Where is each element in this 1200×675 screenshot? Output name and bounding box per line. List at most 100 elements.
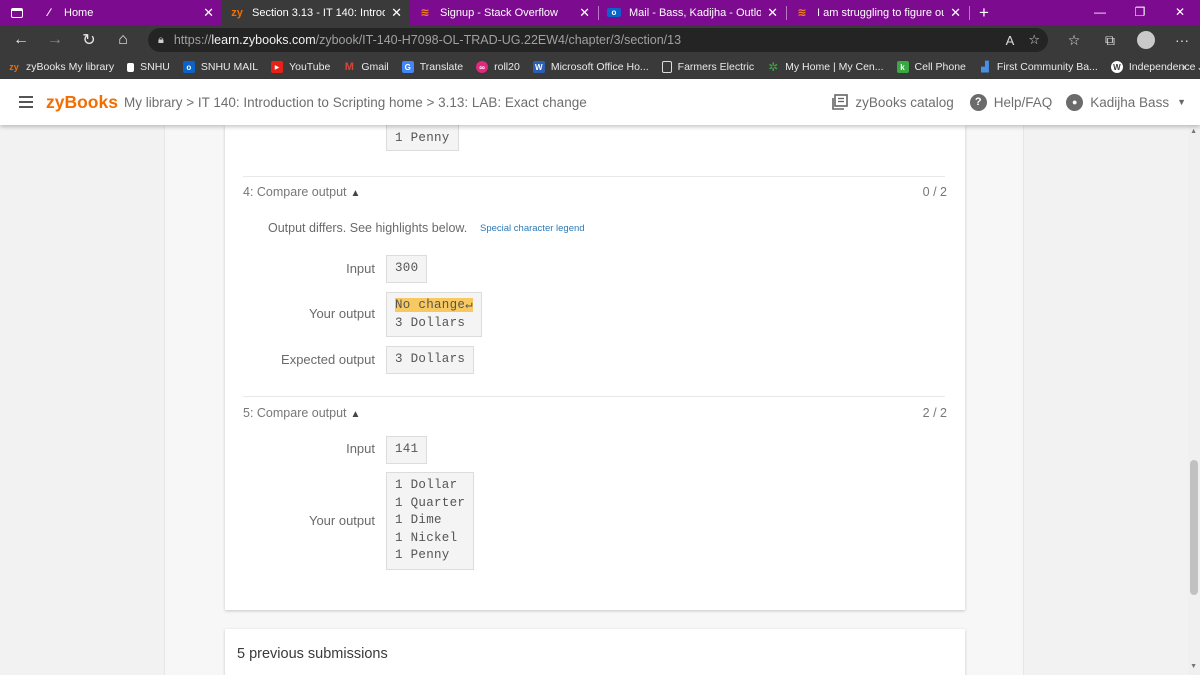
window-controls: — ❐ ✕ bbox=[1080, 0, 1200, 25]
output-differs-message: Output differs. See highlights below. bbox=[268, 221, 468, 235]
test-4-score: 0 / 2 bbox=[922, 185, 947, 199]
divider bbox=[243, 176, 945, 177]
special-character-legend-link[interactable]: Special character legend bbox=[480, 223, 585, 234]
close-icon[interactable]: ✕ bbox=[203, 5, 214, 21]
more-options-icon[interactable]: ··· bbox=[1164, 32, 1200, 48]
test-4-input: 300 bbox=[386, 255, 428, 283]
read-aloud-icon[interactable]: A bbox=[1006, 33, 1015, 48]
divider bbox=[243, 396, 945, 397]
stackoverflow-icon: ≋ bbox=[420, 7, 430, 19]
address-bar[interactable]: 🔒︎ https://learn.zybooks.com/zybook/IT-1… bbox=[148, 28, 1048, 52]
outlook-icon: o bbox=[182, 61, 195, 73]
back-icon[interactable]: ← bbox=[4, 31, 38, 49]
profile-avatar-icon[interactable] bbox=[1128, 31, 1164, 50]
snhu-icon bbox=[127, 62, 135, 72]
tab-outlook-mail[interactable]: o Mail - Bass, Kadijha - Outlook ✕ bbox=[599, 0, 786, 25]
bookmark-first-community[interactable]: ▟ First Community Ba... bbox=[979, 61, 1098, 73]
close-icon[interactable]: ✕ bbox=[579, 5, 590, 21]
edge-icon: ∕ bbox=[48, 6, 50, 19]
tab-home[interactable]: ∕ Home ✕ bbox=[34, 0, 222, 25]
collections-icon[interactable]: ⧉ bbox=[1092, 32, 1128, 49]
test-4-expected-output: 3 Dollars bbox=[386, 346, 475, 374]
previous-output-box: 1 Penny bbox=[386, 125, 459, 151]
roll20-icon: ∞ bbox=[476, 61, 489, 73]
test-5-toggle[interactable]: 5: Compare output ▲ bbox=[243, 406, 360, 420]
bookmark-youtube[interactable]: ▶ YouTube bbox=[271, 61, 330, 73]
close-icon[interactable]: ✕ bbox=[950, 5, 961, 21]
test-5-your-output: 1 Dollar 1 Quarter 1 Dime 1 Nickel 1 Pen… bbox=[386, 472, 475, 570]
forward-icon[interactable]: → bbox=[38, 31, 72, 49]
test-5-input: 141 bbox=[386, 436, 428, 464]
zy-icon: zy bbox=[231, 6, 243, 19]
user-menu[interactable]: ● Kadijha Bass ▼ bbox=[1066, 93, 1186, 111]
user-icon: ● bbox=[1066, 93, 1084, 111]
office-icon: W bbox=[532, 61, 545, 73]
add-favorite-icon[interactable]: ☆ bbox=[1028, 32, 1040, 48]
chevron-up-icon: ▲ bbox=[350, 188, 361, 199]
bookmark-gmail[interactable]: M Gmail bbox=[343, 61, 389, 73]
gmail-icon: M bbox=[344, 61, 354, 73]
scroll-up-icon[interactable]: ▲ bbox=[1190, 128, 1197, 135]
k-icon: k bbox=[896, 61, 909, 73]
bookmark-roll20[interactable]: ∞ roll20 bbox=[476, 61, 520, 73]
stackoverflow-icon: ≋ bbox=[797, 7, 807, 19]
tab-actions-icon[interactable] bbox=[0, 0, 34, 25]
bookmark-cell-phone[interactable]: k Cell Phone bbox=[896, 61, 966, 73]
lock-icon[interactable]: 🔒︎ bbox=[158, 34, 164, 47]
chevron-up-icon: ▲ bbox=[350, 409, 361, 420]
bookmark-translate[interactable]: G Translate bbox=[401, 61, 463, 73]
url-text: https://learn.zybooks.com/zybook/IT-140-… bbox=[173, 33, 682, 47]
close-window-icon[interactable]: ✕ bbox=[1160, 0, 1200, 25]
refresh-icon[interactable]: ↻ bbox=[72, 30, 106, 50]
library-icon bbox=[831, 94, 848, 111]
your-output-label: Your output bbox=[308, 513, 375, 528]
bookmarks-bar: zy zyBooks My library SNHU o SNHU MAIL ▶ Yo… bbox=[0, 55, 1200, 79]
close-icon[interactable]: ✕ bbox=[767, 5, 778, 21]
star-icon: ✲ bbox=[768, 60, 779, 74]
tab-zybooks[interactable]: zy Section 3.13 - IT 140: Introductio ✕ bbox=[222, 0, 410, 25]
bookmark-my-home[interactable]: ✲ My Home | My Cen... bbox=[767, 60, 883, 74]
tab-stackoverflow-question[interactable]: ≋ I am struggling to figure out wh ✕ bbox=[787, 0, 969, 25]
bookmark-independence[interactable]: WIndependence Jack... bbox=[1110, 61, 1200, 73]
expected-output-label: Expected output bbox=[281, 352, 375, 367]
bank-icon: ▟ bbox=[981, 61, 989, 73]
previous-submissions-heading: 5 previous submissions bbox=[237, 646, 388, 662]
your-output-label: Your output bbox=[308, 306, 375, 321]
zy-icon: zy bbox=[9, 62, 19, 72]
test-results-card: 1 Penny 4: Compare output ▲ 0 / 2 Output … bbox=[225, 125, 965, 610]
browser-tab-bar: ∕ Home ✕ zy Section 3.13 - IT 140: Intro… bbox=[0, 0, 1200, 25]
favorites-icon[interactable]: ☆ bbox=[1056, 32, 1092, 49]
test-4-your-output: No change↵ 3 Dollars bbox=[386, 292, 483, 337]
bookmark-snhu-mail[interactable]: o SNHU MAIL bbox=[182, 61, 258, 73]
zybooks-logo[interactable]: zyBooks bbox=[46, 92, 118, 113]
scroll-down-icon[interactable]: ▼ bbox=[1190, 663, 1197, 670]
outlook-icon: o bbox=[607, 8, 621, 17]
help-faq-link[interactable]: ? Help/FAQ bbox=[969, 93, 1052, 111]
youtube-icon: ▶ bbox=[271, 61, 284, 73]
tab-stackoverflow-signup[interactable]: ≋ Signup - Stack Overflow ✕ bbox=[410, 0, 598, 25]
translate-icon: G bbox=[401, 61, 414, 73]
breadcrumb[interactable]: My library > IT 140: Introduction to Scr… bbox=[124, 95, 587, 110]
zybooks-catalog-link[interactable]: zyBooks catalog bbox=[831, 94, 954, 111]
close-icon[interactable]: ✕ bbox=[391, 5, 402, 21]
test-4-toggle[interactable]: 4: Compare output ▲ bbox=[243, 185, 360, 199]
previous-submissions-panel[interactable]: 5 previous submissions bbox=[225, 629, 965, 675]
menu-icon[interactable] bbox=[19, 93, 33, 111]
minimize-icon[interactable]: — bbox=[1080, 0, 1120, 25]
home-icon[interactable]: ⌂ bbox=[106, 31, 140, 49]
input-label: Input bbox=[346, 441, 375, 456]
help-icon: ? bbox=[969, 93, 987, 111]
page-scrollbar[interactable] bbox=[1188, 125, 1200, 675]
bookmark-zybooks[interactable]: zy zyBooks My library bbox=[8, 61, 114, 73]
zybooks-header: zyBooks My library > IT 140: Introductio… bbox=[0, 79, 1200, 125]
scrollbar-thumb[interactable] bbox=[1190, 460, 1198, 595]
chevron-right-icon[interactable]: › bbox=[1182, 55, 1186, 79]
test-5-score: 2 / 2 bbox=[922, 406, 947, 420]
bookmark-office[interactable]: W Microsoft Office Ho... bbox=[532, 61, 649, 73]
new-tab-button[interactable]: + bbox=[970, 3, 998, 23]
bookmark-farmers-electric[interactable]: Farmers Electric bbox=[661, 61, 754, 73]
bookmark-snhu[interactable]: SNHU bbox=[127, 61, 170, 73]
input-label: Input bbox=[346, 261, 375, 276]
restore-icon[interactable]: ❐ bbox=[1120, 0, 1160, 25]
content-area: 1 Penny 4: Compare output ▲ 0 / 2 Output … bbox=[164, 125, 1024, 675]
